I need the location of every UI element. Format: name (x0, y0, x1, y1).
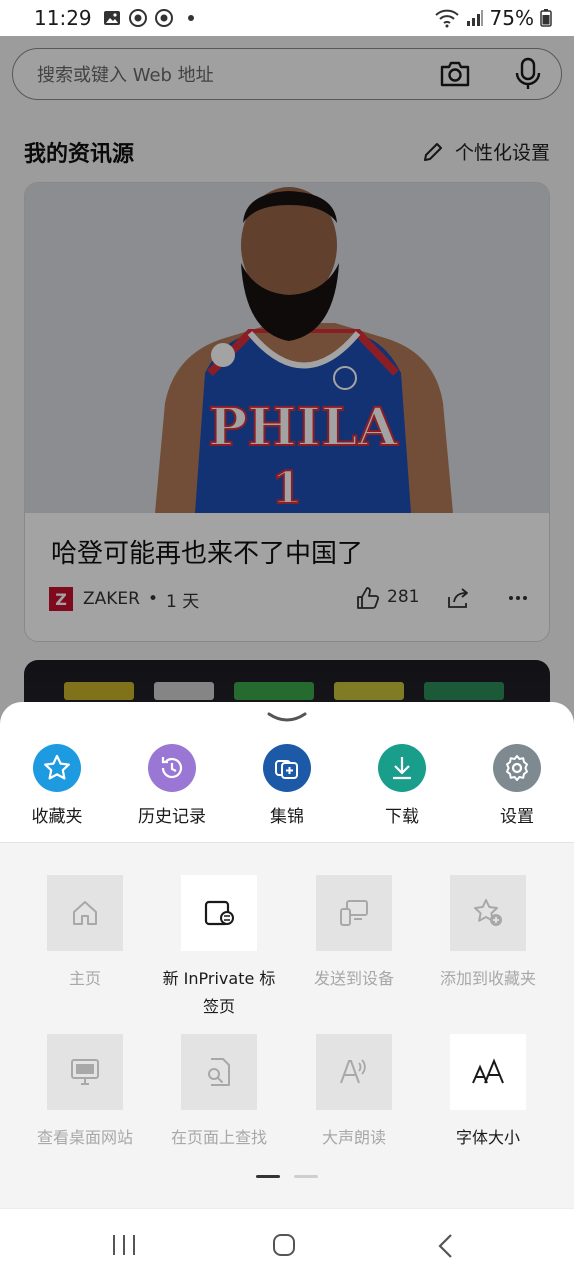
send-to-device-tile[interactable]: 发送到设备 (287, 875, 421, 993)
downloads-button[interactable]: 下载 (347, 744, 457, 827)
favorites-icon (33, 744, 81, 792)
desktop-site-label: 查看桌面网站 (36, 1128, 133, 1147)
collections-button[interactable]: 集锦 (232, 744, 342, 827)
collections-icon (263, 744, 311, 792)
history-icon (148, 744, 196, 792)
collections-label: 集锦 (270, 807, 304, 827)
sync-icon (128, 9, 147, 27)
font-size-icon (450, 1034, 526, 1110)
read-aloud-label: 大声朗读 (321, 1128, 386, 1147)
favorites-label: 收藏夹 (31, 807, 83, 827)
history-button[interactable]: 历史记录 (117, 744, 227, 827)
inprivate-label-line1: 新 InPrivate 标 (162, 969, 276, 988)
wifi-icon (434, 9, 459, 28)
desktop-site-tile[interactable]: 查看桌面网站 (18, 1034, 152, 1152)
sheet-handle[interactable] (266, 710, 308, 724)
page-dot-active[interactable] (256, 1175, 280, 1178)
home-icon (47, 875, 123, 951)
inprivate-label-line2: 签页 (202, 997, 235, 1016)
signal-icon (466, 10, 483, 26)
read-aloud-tile[interactable]: 大声朗读 (287, 1034, 421, 1152)
quick-actions: 收藏夹 历史记录 集锦 下载 设置 (0, 744, 574, 830)
gear-icon (493, 744, 541, 792)
home-label: 主页 (68, 969, 101, 988)
status-time: 11:29 (34, 6, 92, 30)
settings-label: 设置 (500, 807, 534, 827)
star-add-icon (450, 875, 526, 951)
find-on-page-label: 在页面上查找 (170, 1128, 267, 1147)
status-right: 75% (434, 6, 552, 30)
menu-grid: 主页 新 InPrivate 标 签页 发送到设备 添加到收藏夹 查看桌面网站 … (0, 843, 574, 1208)
system-nav-bar (0, 1208, 574, 1280)
inprivate-label: 新 InPrivate 标 签页 (152, 965, 286, 1021)
battery-percent: 75% (489, 6, 534, 30)
favorites-button[interactable]: 收藏夹 (2, 744, 112, 827)
add-to-favorites-label: 添加到收藏夹 (439, 969, 536, 988)
status-bar: 11:29 75% (0, 0, 574, 36)
inprivate-icon (181, 875, 257, 951)
read-aloud-icon (316, 1034, 392, 1110)
desktop-icon (47, 1034, 123, 1110)
settings-button[interactable]: 设置 (462, 744, 572, 827)
home-tile[interactable]: 主页 (18, 875, 152, 993)
back-icon[interactable] (436, 1233, 456, 1259)
send-to-device-label: 发送到设备 (313, 969, 394, 988)
font-size-label: 字体大小 (455, 1128, 520, 1147)
find-on-page-icon (181, 1034, 257, 1110)
font-size-tile[interactable]: 字体大小 (421, 1034, 555, 1152)
add-to-favorites-tile[interactable]: 添加到收藏夹 (421, 875, 555, 993)
download-icon (378, 744, 426, 792)
inprivate-tile[interactable]: 新 InPrivate 标 签页 (152, 875, 286, 1021)
page-indicator (256, 1175, 318, 1178)
browser-menu-sheet: 收藏夹 历史记录 集锦 下载 设置 主页 新 InPrivate 标 签页 发送… (0, 702, 574, 1208)
gallery-icon (103, 11, 120, 25)
send-to-device-icon (316, 875, 392, 951)
downloads-label: 下载 (385, 807, 419, 827)
sync-icon (154, 9, 173, 27)
more-notifications-dot (187, 15, 194, 21)
notification-icons (102, 8, 194, 28)
battery-icon (540, 9, 552, 27)
history-label: 历史记录 (138, 807, 206, 827)
recent-apps-icon[interactable] (110, 1233, 138, 1257)
home-nav-icon[interactable] (272, 1233, 296, 1257)
page-dot[interactable] (294, 1175, 318, 1178)
find-on-page-tile[interactable]: 在页面上查找 (152, 1034, 286, 1152)
